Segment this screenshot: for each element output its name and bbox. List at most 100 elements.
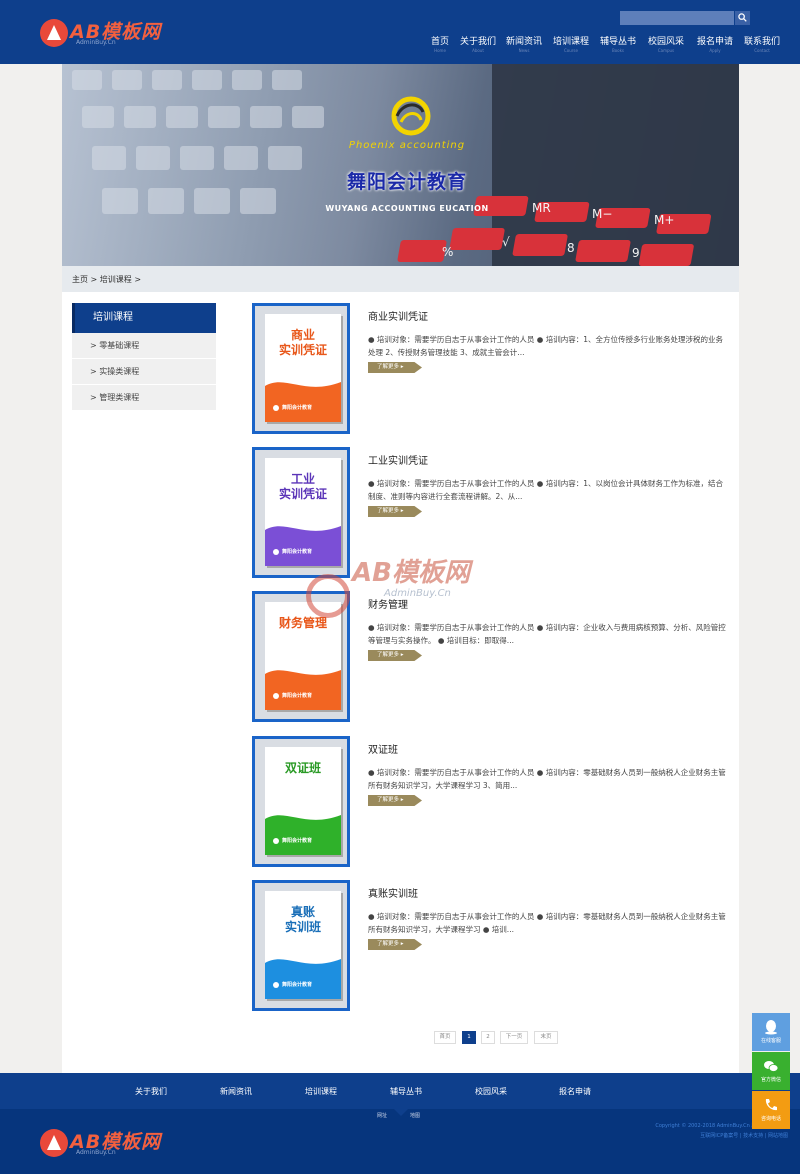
nav-sublabel: Course xyxy=(564,48,578,53)
sidebar-item-practice[interactable]: > 实操类课程 xyxy=(72,359,216,385)
footer-nav: 关于我们 新闻资讯 培训课程 辅导丛书 校园风采 报名申请 xyxy=(0,1073,800,1109)
svg-text:M+: M+ xyxy=(654,213,674,227)
cover-title: 工业 实训凭证 xyxy=(278,472,327,501)
watermark: AB模板网 AdminBuy.Cn xyxy=(300,548,510,628)
svg-text:√: √ xyxy=(502,235,510,249)
more-button[interactable]: 了解更多 ▸ xyxy=(368,939,422,950)
footer-map-link[interactable]: 地图 xyxy=(410,1112,420,1119)
course-item: 双证班 舞阳会计教育 双证班 ● 培训对象：需要学历自志于从事会计工作的人员 ● 培训… xyxy=(252,736,726,867)
footer-nav-about[interactable]: 关于我们 xyxy=(135,1086,167,1097)
course-thumbnail[interactable]: 商业 实训凭证舞阳会计教育 xyxy=(252,303,350,434)
course-description: ● 培训对象：需要学历自志于从事会计工作的人员 ● 培训内容：零基础财务人员到一… xyxy=(368,912,726,934)
pager-first[interactable]: 首页 xyxy=(434,1031,456,1044)
watermark-url: AdminBuy.Cn xyxy=(384,588,451,599)
pager-last[interactable]: 末页 xyxy=(534,1031,558,1044)
nav-label: 培训课程 xyxy=(552,37,589,47)
course-thumbnail[interactable]: 真账 实训班舞阳会计教育 xyxy=(252,880,350,1011)
search-input[interactable] xyxy=(620,11,734,25)
nav-label: 联系我们 xyxy=(743,37,780,47)
brand-subtitle: WUYANG ACCOUNTING EUCATION xyxy=(325,204,489,213)
sidebar-item-basic[interactable]: > 零基础课程 xyxy=(72,333,216,359)
course-book-cover: 商业 实训凭证舞阳会计教育 xyxy=(265,314,341,422)
search-bar xyxy=(620,11,750,25)
sidebar-item-management[interactable]: > 管理类课程 xyxy=(72,385,216,411)
footer-arrow-icon xyxy=(394,1109,408,1116)
course-thumbnail[interactable]: 双证班 舞阳会计教育 xyxy=(252,736,350,867)
more-button[interactable]: 了解更多 ▸ xyxy=(368,650,422,661)
course-description: ● 培训对象：需要学历自志于从事会计工作的人员 ● 培训内容：1、全方位传授多行… xyxy=(368,335,724,357)
nav-item-course[interactable]: 培训课程 Course xyxy=(552,34,590,53)
brand-title: 舞阳会计教育 xyxy=(346,171,467,193)
nav-label: 新闻资讯 xyxy=(505,37,542,47)
svg-text:9: 9 xyxy=(632,246,640,260)
footer-nav-course[interactable]: 培训课程 xyxy=(305,1086,337,1097)
cover-title: 真账 实训班 xyxy=(284,905,321,934)
nav-label: 辅导丛书 xyxy=(599,37,636,47)
nav-item-about[interactable]: 关于我们 About xyxy=(459,34,497,53)
svg-text:MR: MR xyxy=(532,201,551,215)
footer-nav-news[interactable]: 新闻资讯 xyxy=(220,1086,252,1097)
course-title[interactable]: 工业实训凭证 xyxy=(368,452,428,467)
nav-label: 关于我们 xyxy=(459,37,496,47)
logo-mark-icon xyxy=(40,19,68,47)
nav-item-contact[interactable]: 联系我们 Contact xyxy=(743,34,781,53)
footer-nav-apply[interactable]: 报名申请 xyxy=(559,1086,591,1097)
watermark-text: AB模板网 xyxy=(352,558,470,588)
cover-title: 双证班 xyxy=(284,761,321,775)
phoenix-logo-icon xyxy=(391,96,431,136)
cover-wave xyxy=(265,670,341,710)
course-title[interactable]: 真账实训班 xyxy=(368,885,418,900)
float-phone-button[interactable]: 咨询电话 xyxy=(752,1091,790,1129)
qq-icon xyxy=(765,1020,777,1035)
course-title[interactable]: 双证班 xyxy=(368,741,398,756)
pager-page-1[interactable]: 1 xyxy=(462,1031,476,1044)
nav-item-news[interactable]: 新闻资讯 News xyxy=(505,34,543,53)
nav-item-apply[interactable]: 报名申请 Apply xyxy=(696,34,734,53)
nav-item-home[interactable]: 首页 Home xyxy=(429,34,451,53)
copyright-links[interactable]: 互联网ICP备案号 | 技术支持 | 网站地图 xyxy=(548,1131,788,1141)
float-wechat-label: 官方微信 xyxy=(760,1077,781,1083)
footer-nav-campus[interactable]: 校园风采 xyxy=(475,1086,507,1097)
cover-footer: 舞阳会计教育 xyxy=(273,837,333,844)
nav-sublabel: Home xyxy=(434,48,446,53)
float-qq-label: 在线客服 xyxy=(760,1038,781,1044)
nav-item-campus[interactable]: 校园风采 Campus xyxy=(647,34,685,53)
cover-footer: 舞阳会计教育 xyxy=(273,692,333,699)
breadcrumb[interactable]: 主页 > 培训课程 > xyxy=(72,274,141,285)
course-title[interactable]: 商业实训凭证 xyxy=(368,308,428,323)
svg-text:8: 8 xyxy=(567,241,575,255)
wechat-icon xyxy=(764,1061,779,1072)
footer-qr-link[interactable]: 网址 xyxy=(377,1112,387,1119)
float-wechat-button[interactable]: 官方微信 xyxy=(752,1052,790,1090)
pager-next[interactable]: 下一页 xyxy=(500,1031,528,1044)
watermark-logo-icon xyxy=(306,574,350,618)
cover-footer: 舞阳会计教育 xyxy=(273,981,333,988)
search-button[interactable] xyxy=(735,11,750,25)
cover-footer: 舞阳会计教育 xyxy=(273,404,333,411)
cover-wave xyxy=(265,959,341,999)
nav-sublabel: About xyxy=(472,48,484,53)
nav-sublabel: Contact xyxy=(754,48,770,53)
more-button[interactable]: 了解更多 ▸ xyxy=(368,795,422,806)
course-item: 商业 实训凭证舞阳会计教育 商业实训凭证 ● 培训对象：需要学历自志于从事会计工作的… xyxy=(252,303,723,434)
sidebar: 培训课程 > 零基础课程 > 实操类课程 > 管理类课程 xyxy=(72,303,216,411)
nav-label: 校园风采 xyxy=(647,37,684,47)
nav-item-books[interactable]: 辅导丛书 Books xyxy=(599,34,637,53)
float-qq-button[interactable]: 在线客服 xyxy=(752,1013,790,1051)
logo-subtext: AdminBuy.Cn xyxy=(76,1149,116,1156)
cover-wave xyxy=(265,815,341,855)
logo-mark-icon xyxy=(40,1129,68,1157)
nav-label: 首页 xyxy=(430,37,449,47)
footer-nav-books[interactable]: 辅导丛书 xyxy=(390,1086,422,1097)
nav-sublabel: Campus xyxy=(657,48,675,53)
sidebar-title: 培训课程 xyxy=(72,303,216,333)
more-button[interactable]: 了解更多 ▸ xyxy=(368,506,422,517)
pager-page-2[interactable]: 2 xyxy=(481,1031,495,1044)
nav-label: 报名申请 xyxy=(696,37,733,47)
phone-icon xyxy=(765,1099,777,1111)
search-icon xyxy=(738,13,747,22)
cover-title: 商业 实训凭证 xyxy=(278,328,327,357)
more-button[interactable]: 了解更多 ▸ xyxy=(368,362,422,373)
cover-wave xyxy=(265,382,341,422)
float-phone-label: 咨询电话 xyxy=(760,1116,781,1122)
